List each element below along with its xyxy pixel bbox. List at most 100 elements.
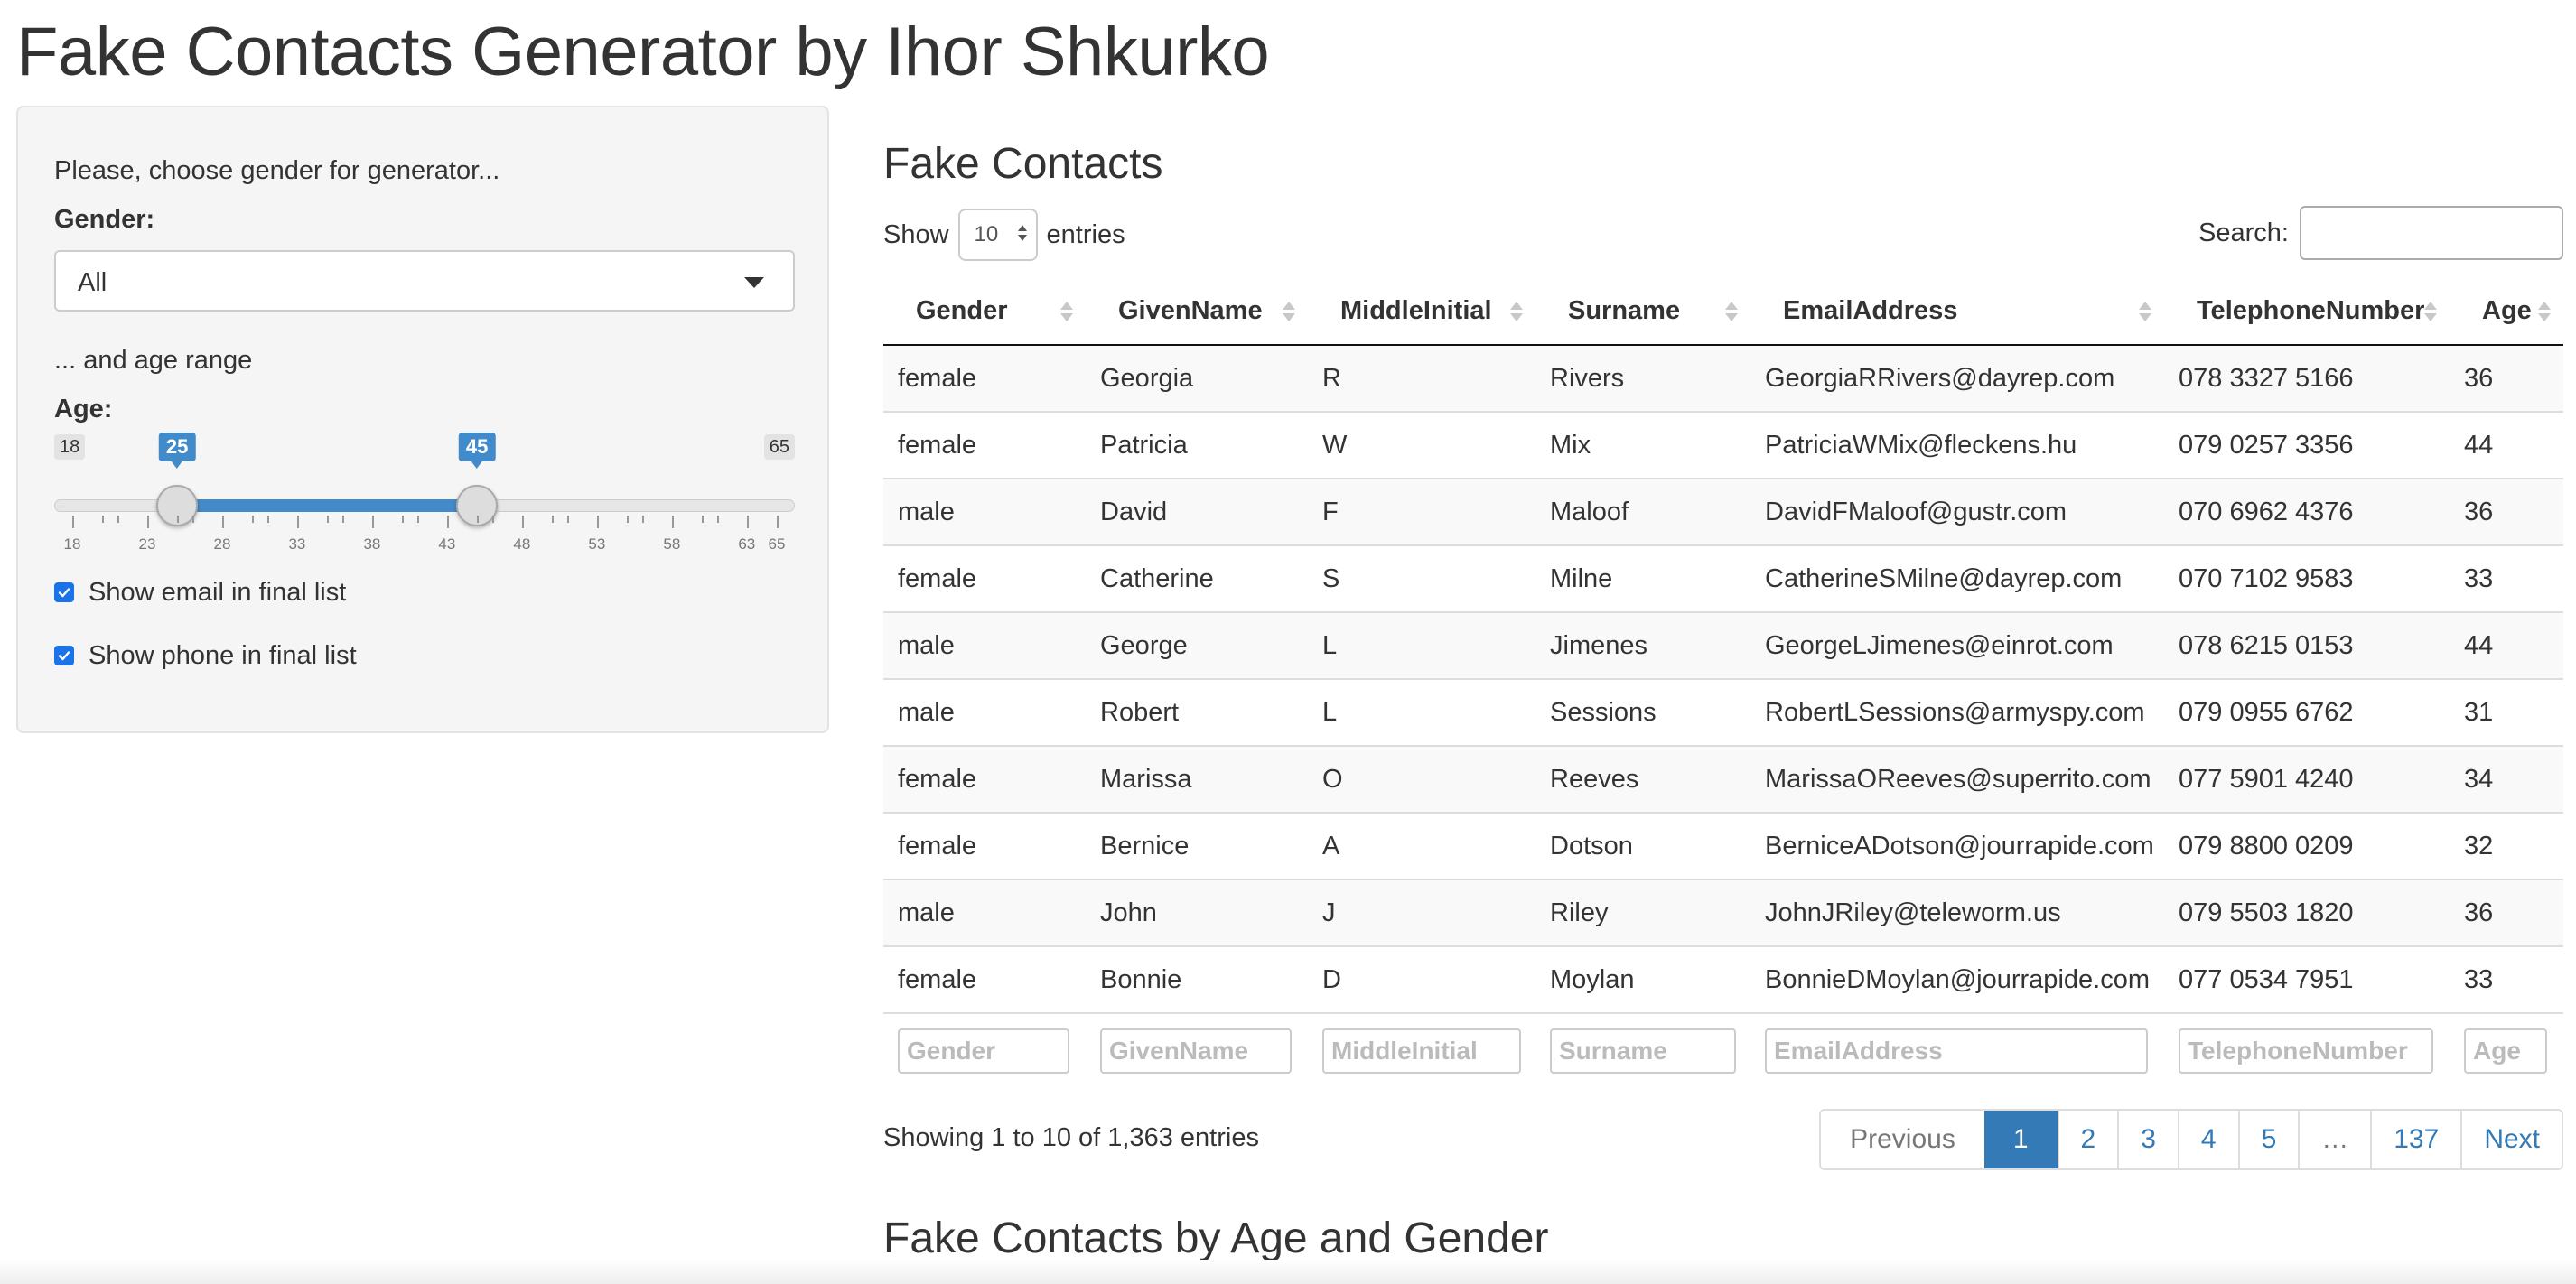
show-phone-checkbox[interactable] — [54, 646, 74, 665]
table-cell: George — [1086, 611, 1308, 679]
table-cell: female — [883, 745, 1086, 813]
table-cell: O — [1308, 745, 1535, 813]
page-number-button[interactable]: 137 — [2370, 1111, 2461, 1168]
next-page-button[interactable]: Next — [2460, 1111, 2562, 1168]
table-row[interactable]: female Georgia R Rivers GeorgiaRRivers@dayre… — [883, 344, 2563, 412]
table-cell: GeorgeLJimenes@einrot.com — [1750, 611, 2164, 679]
column-filter-input[interactable]: Surname — [1550, 1028, 1736, 1074]
table-cell: Riley — [1535, 879, 1750, 946]
page-length-value: 10 — [974, 222, 999, 247]
table-cell: Patricia — [1086, 411, 1308, 479]
filter-cell: Gender — [883, 1012, 1086, 1087]
table-cell: BonnieDMoylan@jourrapide.com — [1750, 945, 2164, 1013]
table-row[interactable]: male George L Jimenes GeorgeLJimenes@einrot.… — [883, 611, 2563, 679]
slider-tick — [252, 516, 255, 523]
slider-tick — [402, 516, 405, 523]
slider-tick-label: 65 — [768, 535, 786, 553]
table-cell: 36 — [2450, 344, 2563, 412]
column-filter-input[interactable]: MiddleInitial — [1322, 1028, 1521, 1074]
slider-tick — [746, 516, 749, 528]
table-cell: David — [1086, 478, 1308, 545]
column-header[interactable]: Surname — [1535, 278, 1750, 346]
show-label: Show — [883, 219, 949, 249]
table-cell: Jimenes — [1535, 611, 1750, 679]
table-cell: Reeves — [1535, 745, 1750, 813]
slider-tick-label: 18 — [63, 535, 81, 553]
column-header[interactable]: TelephoneNumber — [2164, 278, 2450, 346]
table-cell: J — [1308, 879, 1535, 946]
table-cell: DavidFMaloof@gustr.com — [1750, 478, 2164, 545]
show-phone-label: Show phone in final list — [89, 640, 357, 670]
slider-tick — [371, 516, 374, 528]
slider-tick — [552, 516, 555, 523]
slider-tick — [191, 516, 194, 523]
column-filter-input[interactable]: GivenName — [1100, 1028, 1292, 1074]
checkmark-icon — [58, 651, 70, 661]
table-row[interactable]: female Marissa O Reeves MarissaOReeves@super… — [883, 745, 2563, 813]
gender-select[interactable]: All — [54, 250, 795, 312]
table-row[interactable]: male David F Maloof DavidFMaloof@gustr.com 07… — [883, 478, 2563, 545]
show-email-checkbox-row[interactable]: Show email in final list — [54, 577, 346, 608]
table-row[interactable]: male Robert L Sessions RobertLSessions@armys… — [883, 678, 2563, 746]
column-header[interactable]: MiddleInitial — [1308, 278, 1535, 346]
stepper-arrows-icon — [1017, 225, 1027, 241]
column-filter-row: Gender GivenName MiddleInitial Surname Email… — [883, 1012, 2563, 1087]
table-cell: L — [1308, 611, 1535, 679]
table-cell: Sessions — [1535, 678, 1750, 746]
pagination-ellipsis: … — [2298, 1111, 2371, 1168]
page-length-select[interactable]: 10 — [957, 209, 1038, 261]
column-header-label: EmailAddress — [1783, 296, 1958, 325]
page-number-button[interactable]: 2 — [2057, 1111, 2118, 1168]
checkmark-icon — [58, 588, 70, 598]
previous-page-button[interactable]: Previous — [1821, 1111, 1984, 1168]
column-header-label: Age — [2482, 296, 2532, 325]
column-header-label: Surname — [1568, 296, 1681, 325]
table-cell: male — [883, 478, 1086, 545]
sort-icon — [2139, 302, 2151, 321]
table-row[interactable]: female Patricia W Mix PatriciaWMix@fleckens.… — [883, 411, 2563, 479]
slider-range-bar[interactable] — [177, 499, 478, 512]
table-cell: Georgia — [1086, 344, 1308, 412]
table-cell: 32 — [2450, 812, 2563, 879]
slider-tick-label: 48 — [513, 535, 531, 553]
column-header[interactable]: Gender — [883, 278, 1086, 346]
column-header[interactable]: EmailAddress — [1750, 278, 2164, 346]
table-cell: GeorgiaRRivers@dayrep.com — [1750, 344, 2164, 412]
slider-tick-label: 53 — [588, 535, 606, 553]
slider-tick — [477, 516, 480, 523]
column-filter-input[interactable]: Gender — [898, 1028, 1069, 1074]
page-number-button[interactable]: 5 — [2237, 1111, 2299, 1168]
slider-tick-label: 63 — [738, 535, 756, 553]
page-number-button[interactable]: 3 — [2117, 1111, 2178, 1168]
column-header[interactable]: GivenName — [1086, 278, 1308, 346]
column-filter-input[interactable]: EmailAddress — [1765, 1028, 2148, 1074]
table-row[interactable]: female Bernice A Dotson BerniceADotson@jourr… — [883, 812, 2563, 879]
show-email-checkbox[interactable] — [54, 582, 74, 602]
contacts-table: Gender GivenName MiddleInitial Surname Email… — [883, 278, 2563, 1087]
table-cell: female — [883, 344, 1086, 412]
pagination: Previous 1 2 3 4 5… 137 Next — [1819, 1109, 2563, 1170]
table-cell: 079 0257 3356 — [2164, 411, 2450, 479]
table-row[interactable]: female Catherine S Milne CatherineSMilne@day… — [883, 544, 2563, 612]
search-input[interactable] — [2300, 206, 2563, 260]
page-number-button[interactable]: 1 — [1983, 1111, 2058, 1168]
sort-icon — [2538, 302, 2551, 321]
column-filter-input[interactable]: Age — [2464, 1028, 2547, 1074]
table-cell: Milne — [1535, 544, 1750, 612]
slider-max-label: 65 — [763, 434, 795, 460]
page-number-button[interactable]: 4 — [2177, 1111, 2238, 1168]
age-intro-text: ... and age range — [54, 346, 253, 375]
column-header-label: TelephoneNumber — [2197, 296, 2425, 325]
table-row[interactable]: female Bonnie D Moylan BonnieDMoylan@jourrap… — [883, 945, 2563, 1013]
filter-cell: Age — [2450, 1012, 2563, 1087]
app-title: Fake Contacts Generator by Ihor Shkurko — [16, 14, 1270, 90]
slider-tick — [521, 516, 524, 528]
column-filter-input[interactable]: TelephoneNumber — [2179, 1028, 2433, 1074]
table-cell: RobertLSessions@armyspy.com — [1750, 678, 2164, 746]
table-row[interactable]: male John J Riley JohnJRiley@teleworm.us 079 … — [883, 879, 2563, 946]
table-cell: 44 — [2450, 411, 2563, 479]
column-header[interactable]: Age — [2450, 278, 2563, 346]
table-cell: Bonnie — [1086, 945, 1308, 1013]
slider-tick — [117, 516, 119, 523]
show-phone-checkbox-row[interactable]: Show phone in final list — [54, 640, 357, 671]
